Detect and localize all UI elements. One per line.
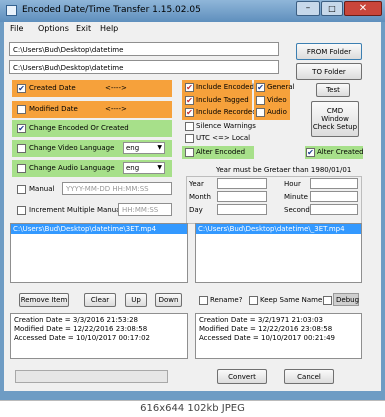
utc-local-label: UTC <=> Local bbox=[196, 134, 251, 142]
cmd-window-check-setup-button[interactable]: CMD Window Check Setup bbox=[311, 101, 359, 137]
silence-warnings-checkbox[interactable] bbox=[185, 122, 194, 131]
menu-help[interactable]: Help bbox=[100, 24, 118, 33]
target-file-info: Creation Date = 3/2/1971 21:03:03 Modifi… bbox=[195, 313, 362, 359]
rename-label: Rename? bbox=[210, 296, 243, 304]
utc-local-checkbox[interactable] bbox=[185, 134, 194, 143]
audio-label: Audio bbox=[267, 108, 287, 116]
target-file-item[interactable]: C:\Users\Bud\Desktop\datetime\_3ET.mp4 bbox=[196, 224, 361, 234]
created-date-arrow: <----> bbox=[105, 84, 127, 92]
video-language-value: eng bbox=[126, 144, 140, 152]
month-input[interactable] bbox=[217, 191, 267, 202]
modified-date-label: Modified Date bbox=[29, 105, 78, 113]
image-info-bar: 616x644 102kb JPEG bbox=[0, 400, 385, 417]
alter-created-label: Alter Created bbox=[317, 148, 364, 156]
chevron-down-icon: ▼ bbox=[157, 144, 162, 151]
test-button[interactable]: Test bbox=[316, 83, 350, 97]
chevron-down-icon: ▼ bbox=[157, 164, 162, 171]
source-folder-field[interactable]: C:\Users\Bud\Desktop\datetime bbox=[9, 42, 279, 56]
alter-encoded-checkbox[interactable] bbox=[185, 148, 194, 157]
minute-input[interactable] bbox=[310, 191, 358, 202]
manual-label: Manual bbox=[29, 185, 55, 193]
menu-file[interactable]: File bbox=[10, 24, 23, 33]
video-language-select[interactable]: eng ▼ bbox=[123, 142, 165, 154]
change-video-language-checkbox[interactable] bbox=[17, 144, 26, 153]
to-folder-button[interactable]: TO Folder bbox=[296, 63, 362, 80]
minute-label: Minute bbox=[284, 193, 308, 201]
include-recorded-label: Include Recorded bbox=[196, 108, 257, 116]
second-label: Second bbox=[284, 206, 310, 214]
hour-input[interactable] bbox=[310, 178, 358, 189]
include-encoded-checkbox[interactable]: ✔ bbox=[185, 83, 194, 92]
from-folder-button[interactable]: FROM Folder bbox=[296, 43, 362, 60]
audio-language-value: eng bbox=[126, 164, 140, 172]
created-date-checkbox[interactable]: ✔ bbox=[17, 84, 26, 93]
window-title: Encoded Date/Time Transfer 1.15.02.05 bbox=[22, 5, 201, 15]
manual-datetime-input[interactable]: YYYY-MM-DD HH:MM:SS bbox=[62, 182, 172, 195]
alter-created-checkbox[interactable]: ✔ bbox=[306, 148, 315, 157]
include-recorded-checkbox[interactable]: ✔ bbox=[185, 108, 194, 117]
change-video-language-label: Change Video Language bbox=[29, 144, 115, 152]
app-icon bbox=[6, 5, 17, 16]
include-tagged-label: Include Tagged bbox=[196, 96, 249, 104]
target-file-list[interactable]: C:\Users\Bud\Desktop\datetime\_3ET.mp4 bbox=[195, 223, 362, 283]
minimize-button[interactable]: – bbox=[296, 1, 320, 16]
include-tagged-checkbox[interactable]: ✔ bbox=[185, 96, 194, 105]
close-button[interactable]: ✕ bbox=[344, 1, 382, 16]
year-input[interactable] bbox=[217, 178, 267, 189]
change-audio-language-checkbox[interactable] bbox=[17, 164, 26, 173]
manual-checkbox[interactable] bbox=[17, 185, 26, 194]
up-button[interactable]: Up bbox=[125, 293, 147, 307]
debug-label: Debug bbox=[336, 296, 360, 304]
debug-checkbox[interactable] bbox=[323, 296, 332, 305]
general-label: General bbox=[267, 83, 295, 91]
general-checkbox[interactable]: ✔ bbox=[256, 83, 265, 92]
remove-item-button[interactable]: Remove Item bbox=[19, 293, 69, 307]
second-input[interactable] bbox=[310, 204, 358, 215]
menu-options[interactable]: Options bbox=[38, 24, 69, 33]
convert-button[interactable]: Convert bbox=[217, 369, 267, 384]
menu-exit[interactable]: Exit bbox=[76, 24, 91, 33]
keep-same-name-label: Keep Same Name bbox=[260, 296, 323, 304]
increment-time-input[interactable]: HH:MM:SS bbox=[118, 203, 172, 216]
alter-encoded-label: Alter Encoded bbox=[196, 148, 246, 156]
progress-bar bbox=[15, 370, 168, 383]
increment-label: Increment Multiple Manual bbox=[29, 206, 123, 214]
keep-same-name-checkbox[interactable] bbox=[249, 296, 258, 305]
year-constraint-heading: Year must be Gretaer than 1980/01/01 bbox=[216, 166, 352, 174]
modified-date-arrow: <----> bbox=[105, 105, 127, 113]
audio-checkbox[interactable] bbox=[256, 108, 265, 117]
month-label: Month bbox=[189, 193, 211, 201]
maximize-button[interactable]: □ bbox=[321, 1, 343, 16]
year-label: Year bbox=[189, 180, 204, 188]
video-checkbox[interactable] bbox=[256, 96, 265, 105]
source-file-item[interactable]: C:\Users\Bud\Desktop\datetime\3ET.mp4 bbox=[11, 224, 187, 234]
target-folder-field[interactable]: C:\Users\Bud\Desktop\datetime bbox=[9, 60, 279, 74]
rename-checkbox[interactable] bbox=[199, 296, 208, 305]
source-file-list[interactable]: C:\Users\Bud\Desktop\datetime\3ET.mp4 bbox=[10, 223, 188, 283]
include-encoded-label: Include Encoded bbox=[196, 83, 254, 91]
modified-date-checkbox[interactable] bbox=[17, 105, 26, 114]
change-encoded-checkbox[interactable]: ✔ bbox=[17, 124, 26, 133]
change-encoded-label: Change Encoded Or Created bbox=[29, 124, 129, 132]
day-input[interactable] bbox=[217, 204, 267, 215]
change-audio-language-label: Change Audio Language bbox=[29, 164, 115, 172]
down-button[interactable]: Down bbox=[155, 293, 182, 307]
increment-checkbox[interactable] bbox=[17, 206, 26, 215]
day-label: Day bbox=[189, 206, 203, 214]
video-label: Video bbox=[267, 96, 287, 104]
created-date-label: Created Date bbox=[29, 84, 76, 92]
audio-language-select[interactable]: eng ▼ bbox=[123, 162, 165, 174]
cancel-button[interactable]: Cancel bbox=[284, 369, 334, 384]
silence-warnings-label: Silence Warnings bbox=[196, 122, 256, 130]
clear-button[interactable]: Clear bbox=[84, 293, 116, 307]
source-file-info: Creation Date = 3/3/2016 21:53:28 Modifi… bbox=[10, 313, 188, 359]
hour-label: Hour bbox=[284, 180, 301, 188]
